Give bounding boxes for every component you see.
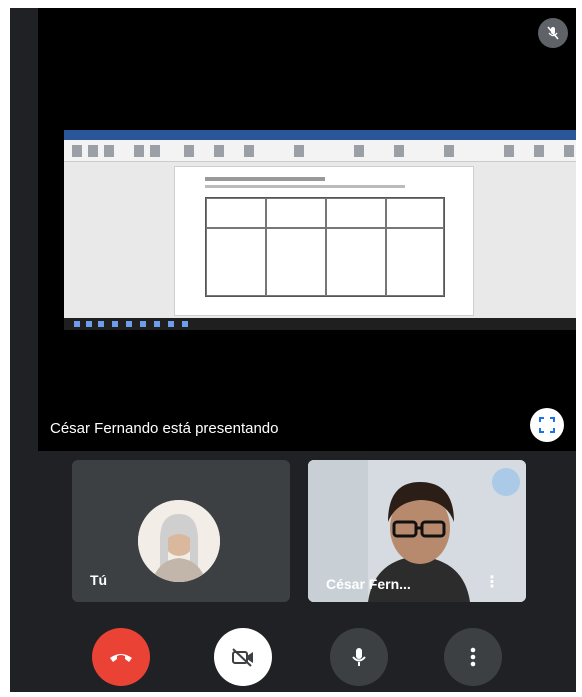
shared-screen-document (64, 130, 576, 330)
camera-toggle-button[interactable] (214, 628, 272, 686)
more-options-button[interactable] (444, 628, 502, 686)
participant-tile[interactable]: César Fern... ⋮ (308, 460, 526, 602)
word-ribbon (64, 140, 576, 162)
fullscreen-button[interactable] (530, 408, 564, 442)
document-canvas (64, 162, 576, 318)
meet-call-screen: César Fernando está presentando Tú César… (10, 8, 576, 692)
word-title-bar (64, 130, 576, 140)
end-call-icon (110, 654, 132, 662)
emoji-icon (492, 468, 520, 496)
presenting-label: César Fernando está presentando (50, 420, 279, 437)
fullscreen-icon (539, 417, 555, 433)
microphone-button[interactable] (330, 628, 388, 686)
mic-off-icon (547, 26, 559, 40)
document-table (205, 197, 445, 297)
self-tile[interactable]: Tú (72, 460, 290, 602)
self-name-label: Tú (90, 572, 108, 588)
presentation-stage[interactable]: César Fernando está presentando (38, 8, 576, 451)
mic-icon (352, 648, 366, 666)
end-call-button[interactable] (92, 628, 150, 686)
participant-menu-icon[interactable]: ⋮ (484, 572, 500, 592)
more-options-icon (470, 647, 476, 667)
document-page (174, 166, 474, 316)
muted-indicator (538, 18, 568, 48)
participant-name-label: César Fern... (326, 576, 411, 592)
windows-taskbar (64, 318, 576, 330)
avatar (138, 500, 220, 582)
camera-off-icon (232, 648, 253, 667)
